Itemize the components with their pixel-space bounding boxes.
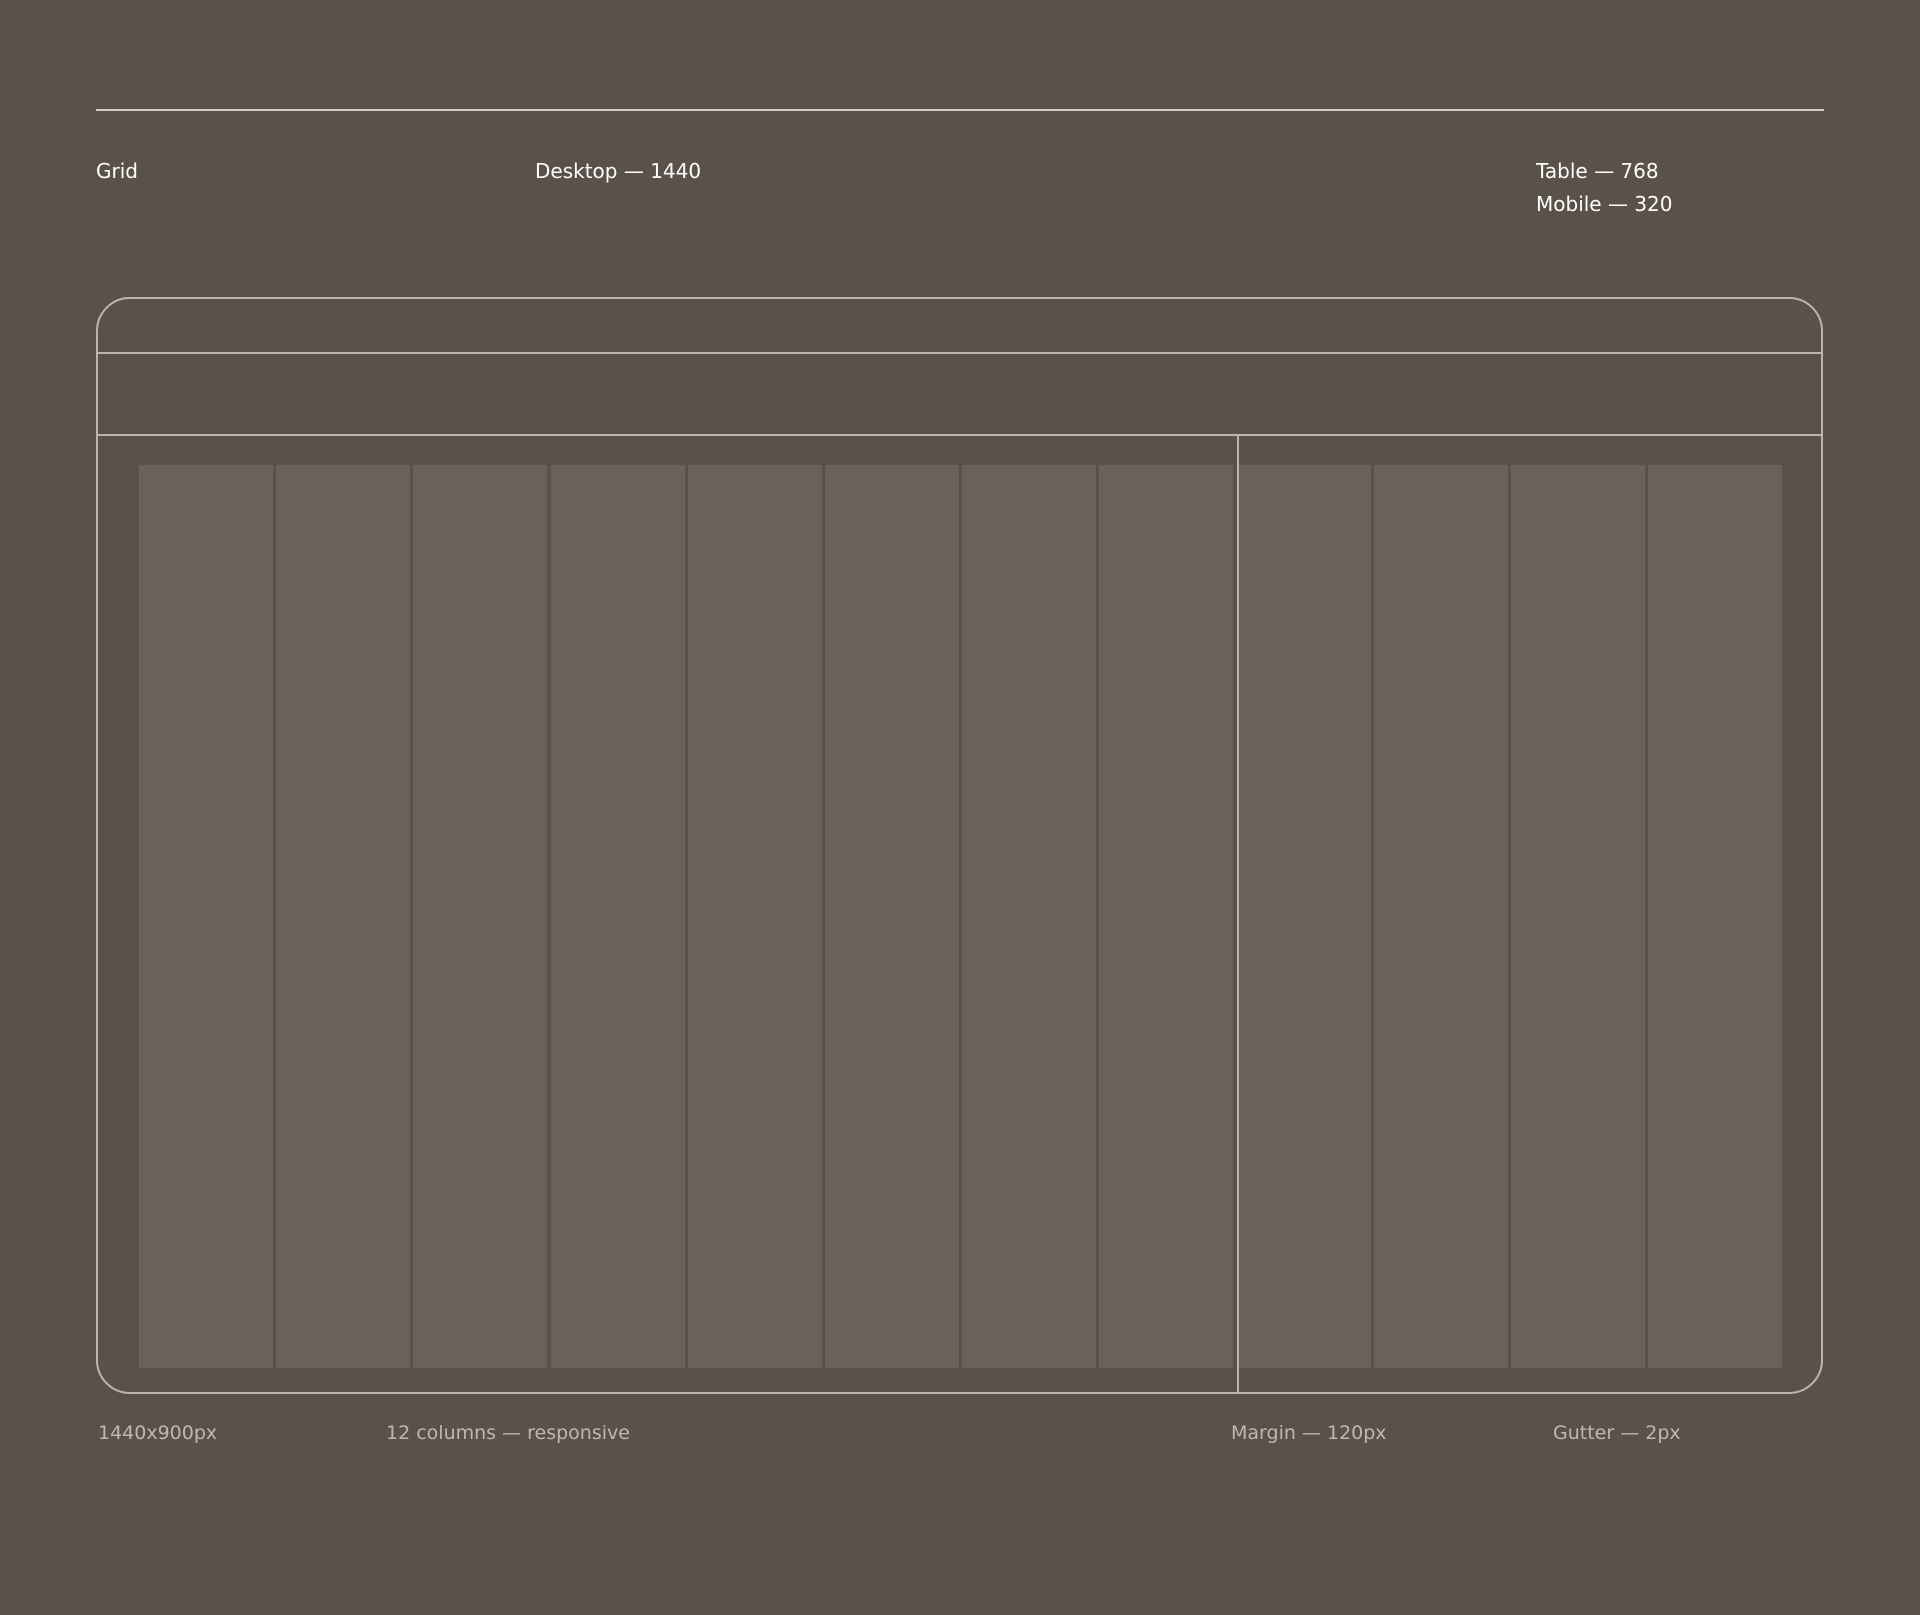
grid-column (139, 465, 273, 1368)
grid-column (276, 465, 411, 1368)
desktop-breakpoint-label: Desktop — 1440 (535, 159, 702, 183)
grid-column (962, 465, 1097, 1368)
frame-vertical-divider (1237, 434, 1239, 1394)
header-title: Grid (96, 159, 138, 183)
grid-column (687, 465, 822, 1368)
gutter-label: Gutter — 2px (1553, 1422, 1681, 1444)
grid-column (1236, 465, 1371, 1368)
frame-nav-divider (96, 434, 1823, 436)
breakpoint-list: Table — 768 Mobile — 320 (1536, 155, 1673, 221)
grid-column (1648, 465, 1783, 1368)
mobile-breakpoint-label: Mobile — 320 (1536, 192, 1673, 216)
grid-column (1511, 465, 1645, 1368)
grid-column (825, 465, 959, 1368)
grid-column (1373, 465, 1508, 1368)
grid-column (1099, 465, 1234, 1368)
frame-header-divider (96, 352, 1823, 354)
top-divider (96, 109, 1824, 111)
columns-label: 12 columns — responsive (386, 1422, 630, 1444)
grid-column (413, 465, 548, 1368)
tablet-breakpoint-label: Table — 768 (1536, 159, 1659, 183)
margin-label: Margin — 120px (1231, 1422, 1387, 1444)
frame-size-label: 1440x900px (98, 1422, 218, 1444)
grid-column (550, 465, 685, 1368)
